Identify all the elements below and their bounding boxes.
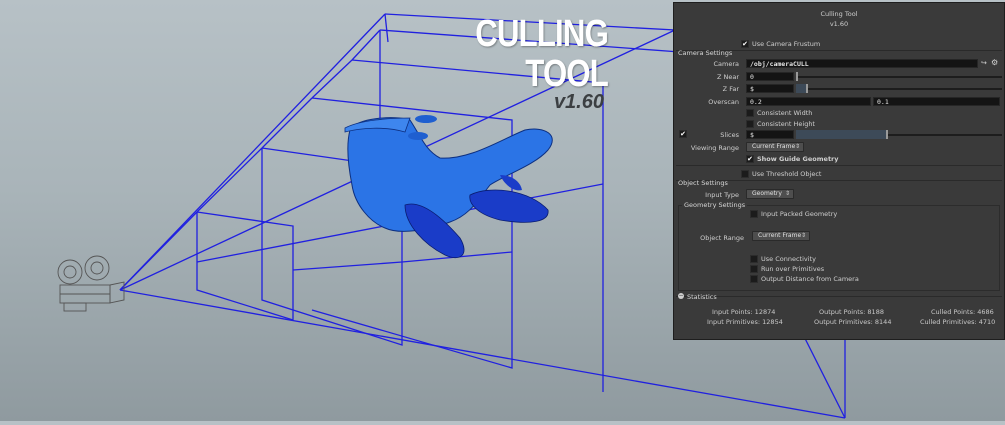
overlay-title-text: CULLING TOOL — [475, 13, 609, 95]
use-threshold-object-checkbox[interactable] — [741, 170, 749, 178]
run-over-primitives-checkbox[interactable] — [750, 265, 758, 273]
dropdown-arrow-icon: ⇕ — [784, 190, 790, 197]
use-connectivity-label: Use Connectivity — [761, 255, 816, 263]
consistent-height-checkbox[interactable] — [746, 120, 754, 128]
viewing-range-value: Current Frame — [752, 143, 796, 150]
use-threshold-object-label: Use Threshold Object — [752, 170, 822, 178]
slices-field[interactable]: $ — [746, 130, 794, 139]
divider — [676, 296, 1002, 297]
object-range-dropdown[interactable]: Current Frame ⇕ — [752, 231, 810, 241]
collapse-toggle-icon[interactable]: − — [678, 293, 684, 299]
show-guide-geometry-checkbox[interactable]: ✔ — [746, 155, 754, 163]
culled-points-stat: Culled Points: 4686 — [931, 308, 994, 316]
consistent-height-label: Consistent Height — [757, 120, 815, 128]
divider — [676, 165, 1002, 166]
overscan-label: Overscan — [708, 98, 739, 106]
output-primitives-stat: Output Primitives: 8144 — [814, 318, 892, 326]
z-near-field[interactable]: 0 — [746, 72, 794, 81]
culled-primitives-stat: Culled Primitives: 4710 — [920, 318, 996, 326]
object-settings-header: Object Settings — [678, 179, 728, 187]
input-packed-geometry-label: Input Packed Geometry — [761, 210, 838, 218]
input-type-dropdown[interactable]: Geometry ⇕ — [746, 189, 794, 199]
consistent-width-checkbox[interactable] — [746, 109, 754, 117]
dropdown-arrow-icon: ⇕ — [794, 143, 800, 150]
z-far-slider-track[interactable] — [796, 88, 1002, 90]
output-distance-checkbox[interactable] — [750, 275, 758, 283]
viewing-range-dropdown[interactable]: Current Frame ⇕ — [746, 142, 804, 152]
input-type-label: Input Type — [705, 191, 739, 199]
z-far-slider-fill — [796, 84, 806, 93]
camera-settings-header: Camera Settings — [678, 49, 733, 57]
z-far-field[interactable]: $ — [746, 84, 794, 93]
parameter-panel: Culling Tool v1.60 ✔ Use Camera Frustum … — [673, 2, 1005, 340]
output-distance-label: Output Distance from Camera — [761, 275, 859, 283]
camera-icon — [57, 255, 125, 312]
overscan-x-field[interactable]: 0.2 — [746, 97, 871, 106]
panel-title: Culling Tool — [820, 10, 858, 18]
z-near-label: Z Near — [716, 73, 739, 81]
camera-path-field[interactable]: /obj/cameraCULL — [746, 59, 978, 68]
z-far-slider-handle[interactable] — [806, 84, 808, 93]
show-guide-geometry-label: Show Guide Geometry — [757, 155, 839, 163]
use-connectivity-checkbox[interactable] — [750, 255, 758, 263]
overlay-version-text: v1.60 — [553, 91, 604, 113]
viewing-range-label: Viewing Range — [690, 144, 739, 152]
z-far-label: Z Far — [722, 85, 739, 93]
run-over-primitives-label: Run over Primitives — [761, 265, 825, 273]
input-type-value: Geometry — [752, 190, 782, 197]
input-primitives-stat: Input Primitives: 12854 — [707, 318, 783, 326]
camera-label: Camera — [713, 60, 739, 68]
use-camera-frustum-checkbox[interactable]: ✔ — [741, 40, 749, 48]
jump-to-operator-icon[interactable]: ↪ — [981, 59, 987, 67]
overscan-y-field[interactable]: 0.1 — [873, 97, 1000, 106]
slices-slider-fill — [796, 130, 886, 139]
object-range-label: Object Range — [700, 234, 744, 242]
use-camera-frustum-label: Use Camera Frustum — [752, 40, 821, 48]
output-points-stat: Output Points: 8188 — [819, 308, 884, 316]
slices-label: Slices — [720, 131, 739, 139]
z-near-slider-track[interactable] — [796, 76, 1002, 78]
consistent-width-label: Consistent Width — [757, 109, 813, 117]
slices-slider-handle[interactable] — [886, 130, 888, 139]
input-packed-geometry-checkbox[interactable] — [750, 210, 758, 218]
input-points-stat: Input Points: 12874 — [712, 308, 776, 316]
panel-version: v1.60 — [829, 20, 849, 28]
operator-chooser-icon[interactable]: ⚙ — [991, 58, 998, 67]
geometry-settings-header: Geometry Settings — [682, 201, 748, 209]
object-range-value: Current Frame — [758, 232, 802, 239]
statistics-header: Statistics — [687, 293, 717, 301]
z-near-slider-handle[interactable] — [796, 72, 798, 81]
dropdown-arrow-icon: ⇕ — [800, 232, 806, 239]
overlay-title: CULLING TOOL v1.60 — [408, 13, 609, 113]
